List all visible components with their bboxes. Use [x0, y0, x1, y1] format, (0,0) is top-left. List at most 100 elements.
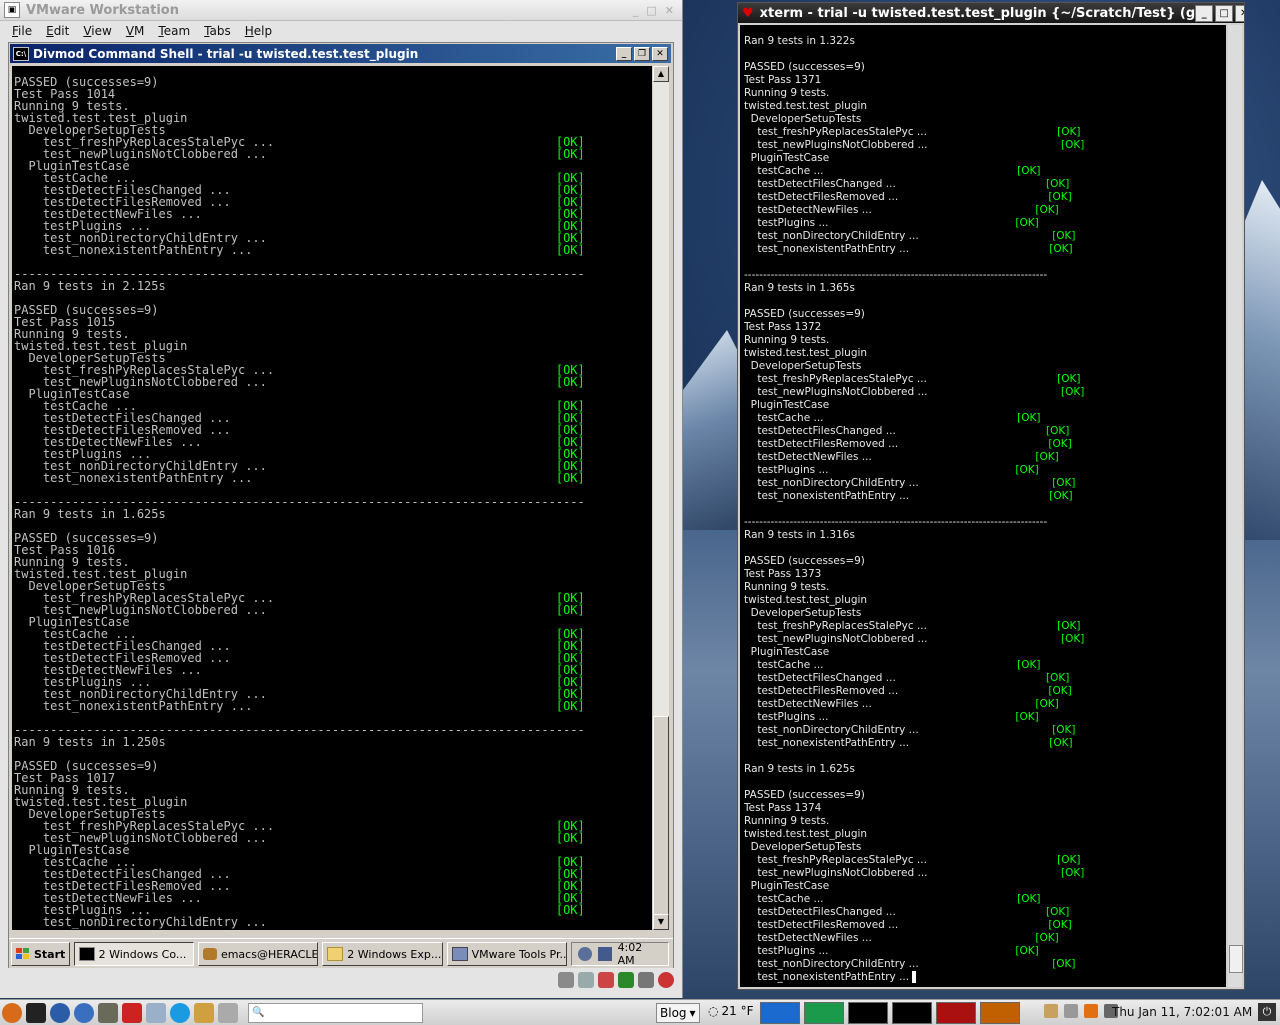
ubuntu-menu-icon[interactable] — [2, 1002, 22, 1023]
vmware-tray-icon[interactable] — [597, 947, 612, 961]
menu-tabs[interactable]: Tabs — [204, 24, 231, 38]
people-icon[interactable] — [194, 1002, 214, 1023]
console-line: DeveloperSetupTests — [744, 360, 862, 372]
console-line-text: ----------------------------------------… — [744, 269, 1048, 281]
cmd-restore-icon[interactable]: ❐ — [634, 46, 650, 61]
console-line: Test Pass 1374 — [744, 802, 821, 814]
scroll-up-icon[interactable]: ▲ — [653, 66, 669, 82]
weather-applet[interactable]: ◌ 21 °F — [708, 1004, 753, 1018]
xterm-scroll-thumb[interactable] — [1229, 945, 1243, 973]
minimize-icon[interactable]: _ — [633, 4, 639, 17]
pin-icon[interactable] — [218, 1002, 238, 1023]
console-line-text: testCache ... — [744, 659, 824, 671]
console-line: test_newPluginsNotClobbered ... [OK] — [744, 386, 1084, 398]
console-line-text: Test Pass 1373 — [744, 568, 822, 580]
vmware-menubar: File Edit View VM Team Tabs Help — [0, 21, 682, 41]
text-cursor — [912, 971, 916, 983]
vmware-app-icon: ▣ — [4, 2, 20, 18]
message-icon[interactable] — [658, 972, 674, 988]
console-line: PASSED (successes=9) — [744, 308, 865, 320]
update-icon[interactable] — [1084, 1004, 1098, 1018]
close-icon[interactable]: ✕ — [665, 4, 674, 17]
cmd-close-icon[interactable]: ✕ — [652, 46, 668, 61]
console-line: Ran 9 tests in 1.625s — [14, 507, 166, 521]
gimp-icon[interactable] — [98, 1002, 118, 1023]
folder-icon — [327, 947, 344, 961]
xterm-minimize-icon[interactable]: _ — [1195, 4, 1214, 22]
blog-dropdown[interactable]: Blog ▾ — [656, 1003, 700, 1023]
system-monitor-applet[interactable] — [760, 1002, 1020, 1024]
hdd-icon[interactable] — [558, 972, 574, 988]
menu-vm[interactable]: VM — [126, 24, 145, 38]
console-line: test_nonexistentPathEntry ... [OK] — [744, 490, 1072, 502]
taskbar-item-windows-console[interactable]: 2 Windows Co... — [73, 942, 194, 966]
console-line-text: test_newPluginsNotClobbered ... — [744, 139, 928, 151]
taskbar-item-label: emacs@HERACLES — [220, 947, 319, 961]
menu-view[interactable]: View — [83, 24, 111, 38]
cmd-scrollbar[interactable]: ▲ ▼ — [653, 66, 669, 930]
xterm-output[interactable]: Ran 9 tests in 1.322s PASSED (successes=… — [740, 25, 1226, 987]
ok-status: [OK] — [555, 375, 585, 389]
taskbar-item-label: 2 Windows Exp... — [347, 947, 442, 961]
terminal-icon[interactable] — [26, 1002, 46, 1023]
panel-clock[interactable]: Thu Jan 11, 7:02:01 AM — [1112, 1005, 1252, 1019]
refresh-icon[interactable] — [74, 1002, 94, 1023]
ok-status: [OK] — [1046, 672, 1070, 684]
cmd-scroll-thumb[interactable] — [653, 716, 669, 918]
taskbar-item-vmware-tools[interactable]: VMware Tools Pr... — [446, 942, 568, 966]
console-line-text: PluginTestCase — [744, 880, 830, 892]
xterm-maximize-icon[interactable]: □ — [1215, 4, 1234, 22]
cmd-titlebar[interactable]: C:\ Divmod Command Shell - trial -u twis… — [10, 44, 671, 63]
skype-icon[interactable] — [170, 1002, 190, 1023]
console-line: Ran 9 tests in 1.316s — [744, 529, 855, 541]
console-line: test_nonexistentPathEntry ... [OK] — [744, 737, 1073, 749]
menu-help[interactable]: Help — [245, 24, 272, 38]
console-line-text: test_freshPyReplacesStalePyc ... — [744, 373, 927, 385]
ok-status: [OK] — [1049, 737, 1073, 749]
cdrom-icon[interactable] — [578, 972, 594, 988]
pin-tray-icon[interactable] — [1064, 1004, 1078, 1018]
console-line: test_newPluginsNotClobbered ... [OK] — [744, 633, 1084, 645]
usb-icon[interactable] — [638, 972, 654, 988]
xterm-scrollbar[interactable] — [1228, 25, 1243, 987]
ok-status: [OK] — [1017, 165, 1041, 177]
console-line: PluginTestCase — [744, 152, 830, 164]
maximize-icon[interactable]: □ — [646, 4, 656, 17]
ok-status: [OK] — [1052, 958, 1076, 970]
taskbar-item-emacs[interactable]: emacs@HERACLES — [197, 942, 319, 966]
xterm-close-icon[interactable]: ✕ — [1235, 4, 1244, 22]
browser-icon[interactable] — [50, 1002, 70, 1023]
vmware-tools-icon — [451, 947, 468, 961]
menu-edit[interactable]: Edit — [46, 24, 69, 38]
emacs-icon — [202, 948, 217, 960]
xterm-titlebar[interactable]: ♥ xterm - trial -u twisted.test.test_plu… — [738, 3, 1244, 23]
vmware-titlebar[interactable]: ▣ VMware Workstation _ □ ✕ — [0, 0, 682, 21]
network-adapter-icon[interactable] — [618, 972, 634, 988]
start-button[interactable]: Start — [11, 942, 70, 966]
console-line: Ran 9 tests in 2.125s — [14, 279, 166, 293]
floppy-icon[interactable] — [598, 972, 614, 988]
console-line-text: Ran 9 tests in 2.125s — [14, 279, 166, 293]
menu-file[interactable]: File — [12, 24, 32, 38]
console-line-text: testDetectFilesRemoved ... — [744, 685, 899, 697]
console-line-text: Ran 9 tests in 1.625s — [744, 763, 855, 775]
console-line: testDetectNewFiles ... [OK] — [744, 698, 1058, 710]
menu-team[interactable]: Team — [158, 24, 190, 38]
guest-screen[interactable]: C:\ Divmod Command Shell - trial -u twis… — [8, 42, 674, 972]
cmd-console-output[interactable]: PASSED (successes=9) Test Pass 1014 Runn… — [12, 66, 652, 930]
person-icon[interactable] — [1044, 1004, 1058, 1018]
folder-icon[interactable] — [146, 1002, 166, 1023]
scroll-down-icon[interactable]: ▼ — [653, 914, 669, 930]
vmware-statusbar — [0, 968, 682, 992]
taskbar-item-windows-explorer[interactable]: 2 Windows Exp... — [322, 942, 443, 966]
logout-icon[interactable]: ⏻ — [1258, 1003, 1276, 1021]
network-icon[interactable] — [578, 947, 592, 961]
heart-icon[interactable]: ♥ — [742, 6, 754, 21]
heart-launcher-icon[interactable] — [122, 1002, 142, 1023]
panel-search-field[interactable]: 🔍 — [248, 1002, 423, 1023]
ok-status: [OK] — [1035, 932, 1059, 944]
console-line: testDetectFilesChanged ... [OK] — [744, 672, 1069, 684]
console-line: ----------------------------------------… — [744, 269, 1047, 281]
cmd-minimize-icon[interactable]: _ — [616, 46, 632, 61]
console-line: test_freshPyReplacesStalePyc ... [OK] — [744, 620, 1080, 632]
